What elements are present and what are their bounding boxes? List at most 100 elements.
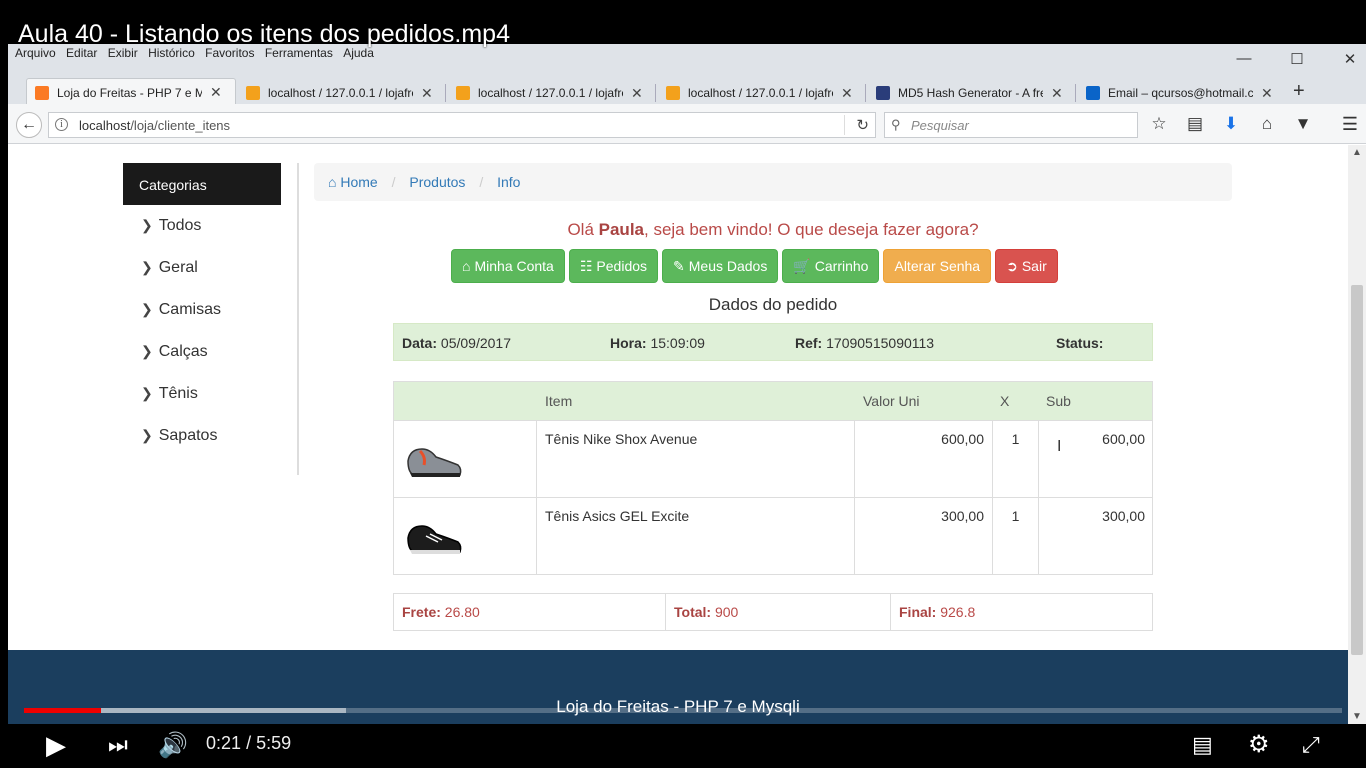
carrinho-button[interactable]: 🛒 Carrinho [782,249,880,283]
subtotal: 600,00 [1102,431,1145,447]
close-tab-icon[interactable]: ✕ [631,85,643,102]
scroll-down-icon[interactable]: ▼ [1352,711,1362,722]
scroll-up-icon[interactable]: ▲ [1352,147,1362,158]
header-subtotal: Sub [1046,393,1071,409]
exit-fullscreen-icon[interactable]: ⤢ [1302,732,1320,758]
scroll-thumb[interactable] [1351,285,1363,655]
category-sapatos[interactable]: ❯ Sapatos [123,415,297,457]
carrinho-label: Carrinho [814,258,869,274]
download-icon[interactable]: ⬇ [1222,114,1240,134]
chevron-right-icon: ❯ [141,343,153,359]
subtitles-icon[interactable]: ▤ [1192,732,1213,758]
user-name: Paula [598,220,644,239]
cart-icon: 🛒 [793,257,811,274]
final-total: Final: 926.8 [891,594,1153,630]
categories-title: Categorias [123,163,281,205]
category-camisas[interactable]: ❯ Camisas [123,289,297,331]
chevron-right-icon: ❯ [141,301,153,317]
search-placeholder: Pesquisar [911,118,969,133]
time-value: 15:09:09 [650,335,705,351]
quantity: 1 [993,498,1039,575]
ref-label: Ref: [795,335,823,351]
close-tab-icon[interactable]: ✕ [1051,85,1063,102]
breadcrumb-home[interactable]: ⌂ Home [328,174,378,190]
sair-button[interactable]: ➲ Sair [995,249,1058,283]
play-icon[interactable]: ▶ [46,730,66,761]
breadcrumb-info[interactable]: Info [497,174,520,190]
category-calcas[interactable]: ❯ Calças [123,331,297,373]
chevron-right-icon: ❯ [141,259,153,275]
tab-email[interactable]: Email – qcursos@hotmail.co ✕ [1078,80,1283,106]
close-tab-icon[interactable]: ✕ [841,85,853,102]
tab-separator [445,84,446,102]
text-cursor-icon: I [1057,438,1062,455]
close-tab-icon[interactable]: ✕ [210,84,222,101]
breadcrumb-produtos[interactable]: Produtos [409,174,465,190]
search-box[interactable]: ⚲ Pesquisar [884,112,1138,138]
page-content: Categorias ❯ Todos ❯ Geral ❯ Camisas ❯ Calça… [8,145,1348,724]
back-arrow-icon[interactable]: ← [16,112,42,138]
settings-gear-icon[interactable]: ⚙ [1248,730,1270,759]
chevron-right-icon: ❯ [141,385,153,401]
bookmark-star-icon[interactable]: ☆ [1150,114,1168,134]
items-total: Total: 900 [666,594,891,630]
total-value: 900 [714,604,739,620]
product-name: Tênis Nike Shox Avenue [537,421,855,498]
total-label: Total: [674,604,712,620]
product-image-cell [394,498,537,575]
order-items-table: Item Valor Uni X Sub Tênis Nike Shox Ave… [393,381,1153,575]
md5-icon [876,86,890,100]
outlook-icon [1086,86,1100,100]
close-tab-icon[interactable]: ✕ [421,85,433,102]
breadcrumb-separator: / [391,174,396,190]
phpmyadmin-icon [666,86,680,100]
reload-icon[interactable]: ↻ [856,116,869,134]
breadcrumb-home-label: Home [340,174,378,190]
tab-phpmyadmin-3[interactable]: localhost / 127.0.0.1 / lojafre ✕ [658,80,863,106]
header-item: Item [545,393,573,409]
pocket-icon[interactable]: ▼ [1294,114,1312,134]
breadcrumb: ⌂ Home / Produtos / Info [314,163,1232,201]
tab-phpmyadmin-2[interactable]: localhost / 127.0.0.1 / lojafre ✕ [448,80,653,106]
close-tab-icon[interactable]: ✕ [1261,85,1273,102]
barcode-icon: ☷ [579,257,593,274]
category-geral[interactable]: ❯ Geral [123,247,297,289]
date-label: Data: [402,335,438,351]
video-controls: ▶ ⏭ 🔊 0:21 / 5:59 ▤ ⚙ ⤢ [0,724,1366,768]
volume-icon[interactable]: 🔊 [158,731,188,760]
page-scrollbar[interactable]: ▲ ▼ [1348,145,1366,724]
meus-dados-button[interactable]: ✎ Meus Dados [662,249,779,283]
menu-hamburger-icon[interactable]: ☰ [1342,114,1358,135]
unit-price: 300,00 [855,498,993,575]
tab-md5-generator[interactable]: MD5 Hash Generator - A free ✕ [868,80,1073,106]
sair-label: Sair [1021,258,1047,274]
navigation-bar: ← i localhost/loja/cliente_itens ↻ ⚲ Pes… [8,104,1366,144]
tab-phpmyadmin-1[interactable]: localhost / 127.0.0.1 / lojafre ✕ [238,80,443,106]
category-label: Geral [158,259,198,276]
date-value: 05/09/2017 [440,335,511,351]
order-date: Data: 05/09/2017 [402,335,511,351]
edit-icon: ✎ [673,257,685,274]
pedidos-button[interactable]: ☷ Pedidos [568,249,659,283]
breadcrumb-separator: / [479,174,484,190]
info-icon[interactable]: i [55,118,68,131]
reading-list-icon[interactable]: ▤ [1186,114,1204,134]
frete-value: 26.80 [444,604,480,620]
url-text: localhost/loja/cliente_itens [79,118,230,133]
tab-label: localhost / 127.0.0.1 / lojafre [688,86,833,100]
home-icon[interactable]: ⌂ [1258,114,1276,134]
tab-separator [655,84,656,102]
category-todos[interactable]: ❯ Todos [123,205,297,247]
alterar-senha-button[interactable]: Alterar Senha [883,249,992,283]
tab-loja-do-freitas[interactable]: Loja do Freitas - PHP 7 e My ✕ [26,78,236,106]
address-bar[interactable]: i localhost/loja/cliente_itens ↻ [48,112,876,138]
category-tenis[interactable]: ❯ Tênis [123,373,297,415]
order-time: Hora: 15:09:09 [610,335,705,351]
current-time: 0:21 [206,733,242,753]
sneaker-image [407,525,462,554]
next-icon[interactable]: ⏭ [108,732,128,758]
video-played-bar[interactable] [24,708,102,713]
new-tab-icon[interactable]: + [1293,80,1305,103]
minha-conta-button[interactable]: ⌂ Minha Conta [451,249,565,283]
minha-conta-label: Minha Conta [474,258,554,274]
